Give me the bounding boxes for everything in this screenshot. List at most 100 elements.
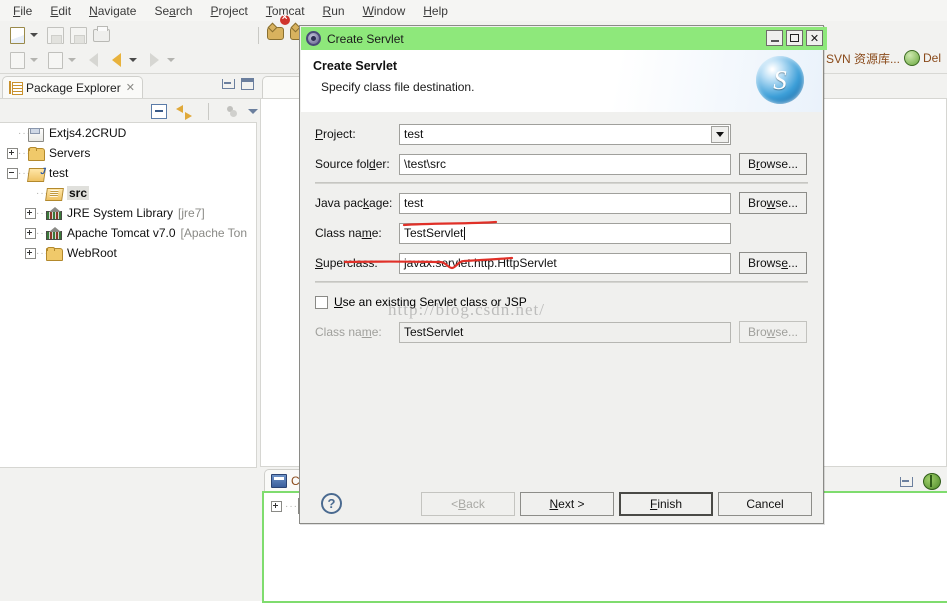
tree-expander-cell[interactable]	[24, 247, 36, 259]
maximize-button[interactable]	[786, 30, 803, 46]
tree-connector: ···	[36, 227, 49, 239]
finish-button[interactable]: Finish	[619, 492, 713, 516]
class-name-value: TestServlet	[404, 226, 464, 240]
package-explorer-icon	[9, 81, 23, 95]
field-row-java-package: Java package: test Bro w se...	[301, 189, 822, 217]
superclass-browse-button[interactable]: Brows e...	[739, 252, 807, 274]
superclass-value: javax.servlet.http.HttpServlet	[404, 256, 557, 270]
tree-row[interactable]: ··· Servers	[0, 143, 256, 163]
java-project-icon	[27, 166, 46, 182]
tree-row[interactable]: ··· Apache Tomcat v7.0 [Apache Ton	[0, 223, 256, 243]
import-dropdown-caret-icon[interactable]	[30, 58, 38, 62]
use-existing-checkbox[interactable]	[315, 295, 328, 309]
tree-expander-cell[interactable]	[24, 207, 36, 219]
logo-letter: S	[773, 64, 787, 95]
divider-1	[315, 182, 808, 184]
close-icon[interactable]: ✕	[126, 81, 135, 94]
next-button[interactable]: Next >	[520, 492, 614, 516]
cancel-button[interactable]: Cancel	[718, 492, 812, 516]
console-icon	[271, 473, 287, 488]
menu-help[interactable]: Help	[414, 2, 457, 20]
project-combo[interactable]: test	[399, 123, 731, 145]
tree-row[interactable]: ··· test	[0, 163, 256, 183]
source-folder-browse-button[interactable]: Br owse...	[739, 153, 807, 175]
java-package-browse-button[interactable]: Bro w se...	[739, 192, 807, 214]
tree-expander-cell[interactable]	[24, 227, 36, 239]
expand-plus-icon[interactable]	[6, 147, 18, 159]
class-name-input[interactable]: TestServlet	[399, 222, 731, 244]
tree-item-label: JRE System Library	[67, 206, 174, 220]
existing-class-name-input[interactable]: TestServlet	[399, 321, 731, 343]
tree-item-suffix: [Apache Ton	[180, 226, 248, 240]
expand-plus-icon[interactable]	[270, 500, 282, 512]
tomcat-start-icon[interactable]	[266, 24, 288, 46]
chevron-down-icon[interactable]	[711, 125, 729, 143]
minimize-bottom-view-icon[interactable]	[900, 476, 913, 487]
back-dropdown-caret-icon[interactable]	[129, 58, 137, 62]
collapse-minus-icon[interactable]	[6, 167, 18, 179]
folder-icon	[28, 146, 45, 161]
source-folder-input[interactable]: \test\src	[399, 153, 731, 175]
project-tree[interactable]: ···Extjs4.2CRUD···Servers···test···src··…	[0, 122, 257, 468]
tree-item-label: Apache Tomcat v7.0	[67, 226, 176, 240]
expand-plus-icon[interactable]	[24, 227, 36, 239]
import-icon[interactable]	[6, 49, 28, 71]
debug-perspective-label[interactable]: Del	[923, 51, 941, 65]
collapse-all-icon[interactable]	[151, 103, 167, 119]
menu-window[interactable]: Window	[354, 2, 415, 20]
svn-repository-label[interactable]: SVN 资源库...	[826, 50, 900, 67]
new-icon[interactable]	[6, 24, 28, 46]
export-icon[interactable]	[44, 49, 66, 71]
tree-expander-cell[interactable]	[6, 167, 18, 179]
minimize-button[interactable]	[766, 30, 783, 46]
tree-row[interactable]: ··· Extjs4.2CRUD	[0, 123, 256, 143]
menu-edit[interactable]: Edit	[41, 2, 80, 20]
expand-plus-icon[interactable]	[24, 207, 36, 219]
tree-item-label: src	[67, 186, 90, 200]
project-value: test	[404, 127, 424, 141]
expand-plus-icon[interactable]	[24, 247, 36, 259]
tree-item-suffix: [jre7]	[178, 206, 205, 220]
wizard-page-subtitle: Specify class file destination.	[321, 80, 475, 94]
library-icon	[46, 206, 63, 221]
save-icon[interactable]	[44, 24, 66, 46]
tree-row[interactable]: ··· src	[0, 183, 256, 203]
menu-run[interactable]: Run	[314, 2, 354, 20]
java-package-input[interactable]: test	[399, 192, 731, 214]
debug-perspective-icon[interactable]	[903, 50, 920, 66]
tab-package-explorer[interactable]: Package Explorer ✕	[2, 76, 143, 98]
tree-connector: ···	[18, 147, 31, 159]
menu-project[interactable]: Project	[201, 2, 256, 20]
menu-navigate[interactable]: Navigate	[80, 2, 145, 20]
export-dropdown-caret-icon[interactable]	[68, 58, 76, 62]
forward-dropdown-caret-icon[interactable]	[167, 58, 175, 62]
superclass-input[interactable]: javax.servlet.http.HttpServlet	[399, 252, 731, 274]
print-icon[interactable]	[90, 24, 112, 46]
tree-line: ···	[285, 500, 298, 512]
project-label: Project:	[315, 127, 356, 141]
tree-row[interactable]: ··· JRE System Library [jre7]	[0, 203, 256, 223]
existing-class-name-value: TestServlet	[404, 325, 464, 339]
debug-icon[interactable]	[923, 473, 941, 490]
link-with-editor-icon[interactable]	[176, 104, 192, 120]
dialog-titlebar[interactable]: Create Servlet ✕	[301, 27, 827, 50]
back-icon[interactable]	[105, 49, 127, 71]
view-menu-icon[interactable]	[225, 105, 239, 118]
menu-search[interactable]: Search	[145, 2, 201, 20]
wizard-buttons: < Back Next > Finish Cancel	[421, 492, 812, 516]
back-button: < Back	[421, 492, 515, 516]
new-dropdown-caret-icon[interactable]	[30, 33, 38, 37]
chevron-down-icon[interactable]	[248, 108, 258, 114]
expander-cell[interactable]	[270, 500, 282, 512]
java-package-label: Java package:	[315, 196, 393, 210]
save-all-icon[interactable]	[67, 24, 89, 46]
minimize-view-icon[interactable]	[222, 79, 235, 89]
toolbar-separator	[258, 26, 259, 44]
tree-expander-cell[interactable]	[6, 147, 18, 159]
menu-file[interactable]: File	[4, 2, 41, 20]
maximize-view-icon[interactable]	[241, 78, 254, 90]
tree-row[interactable]: ··· WebRoot	[0, 243, 256, 263]
help-icon[interactable]: ?	[321, 493, 342, 514]
close-button[interactable]: ✕	[806, 30, 823, 46]
source-folder-label: Source folder:	[315, 157, 390, 171]
